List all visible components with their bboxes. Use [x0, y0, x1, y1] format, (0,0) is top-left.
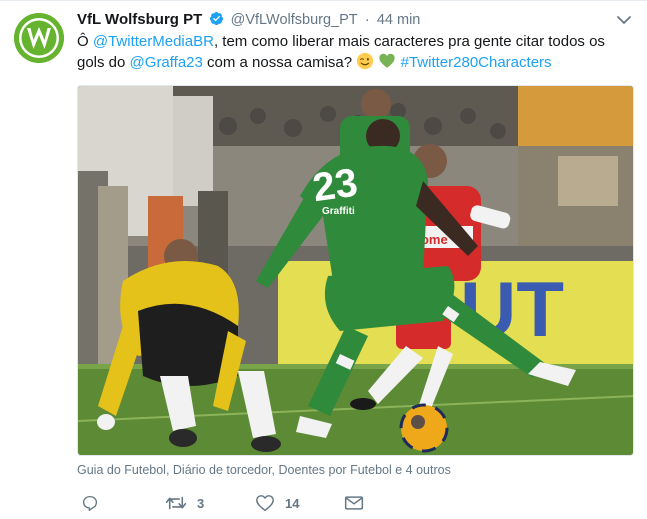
retweet-button[interactable]: 3: [165, 492, 204, 514]
retweet-count: 3: [197, 495, 205, 511]
jersey-number: 23: [310, 161, 360, 211]
account-avatar[interactable]: [14, 13, 64, 63]
reply-icon: [82, 495, 98, 511]
caret-down-icon[interactable]: [614, 13, 634, 29]
like-icon: [256, 495, 274, 512]
tweet-timestamp[interactable]: 44 min: [377, 12, 421, 28]
tweet-header: VfL Wolfsburg PT @VfLWolfsburg_PT · 44 m…: [77, 10, 420, 32]
football: [399, 403, 449, 453]
direct-message-button[interactable]: [344, 492, 364, 514]
tweet-actions: 3 14: [77, 492, 477, 514]
mention-graffa23[interactable]: @Graffa23: [130, 54, 203, 71]
mention-twittermediabr[interactable]: @TwitterMediaBR: [93, 33, 214, 50]
retweet-icon: [165, 496, 187, 510]
tweet[interactable]: VfL Wolfsburg PT @VfLWolfsburg_PT · 44 m…: [0, 0, 647, 519]
tweet-text-intro: Ô: [77, 33, 93, 50]
like-count: 14: [285, 495, 300, 511]
shirt-sponsor: Graffiti: [322, 206, 355, 217]
wolfsburg-logo-icon: [14, 13, 64, 63]
account-handle[interactable]: @VfLWolfsburg_PT: [231, 12, 358, 28]
tweet-text-end: com a nossa camisa?: [202, 54, 357, 71]
direct-message-icon: [344, 496, 364, 510]
hashtag-twitter280characters[interactable]: #Twitter280Characters: [401, 54, 552, 71]
reply-button[interactable]: [81, 492, 109, 514]
green-heart-icon: [378, 52, 396, 76]
tweet-photo[interactable]: UT T-Home: [77, 85, 634, 456]
account-name[interactable]: VfL Wolfsburg PT: [77, 11, 202, 28]
photo-tagged-users[interactable]: Guia do Futebol, Diário de torcedor, Doe…: [77, 463, 451, 477]
like-button[interactable]: 14: [255, 492, 299, 514]
wink-emoji-icon: [356, 52, 374, 76]
verified-badge-icon: [209, 11, 224, 32]
tweet-text: Ô @TwitterMediaBR, tem como liberar mais…: [77, 31, 617, 76]
separator-dot: ·: [364, 12, 370, 28]
